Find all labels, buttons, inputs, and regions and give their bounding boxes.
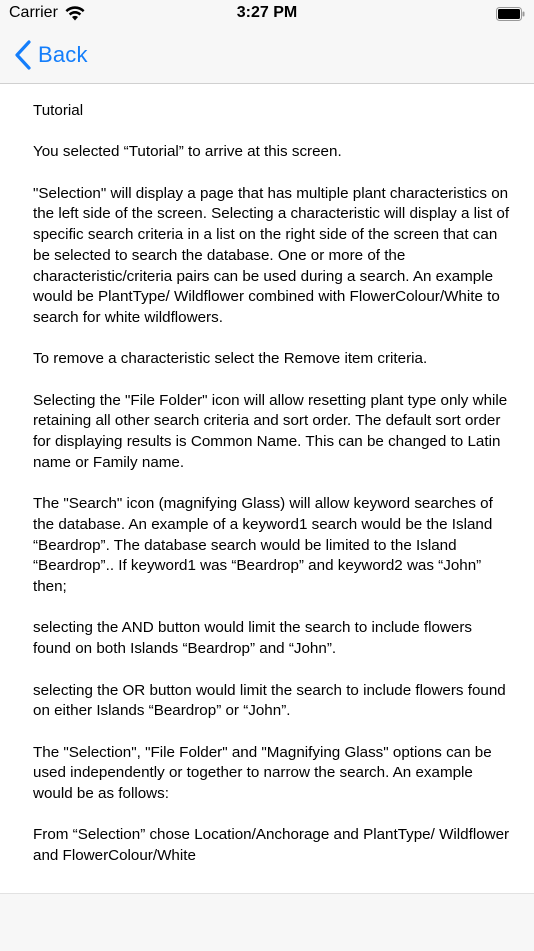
paragraph: The "Selection", "File Folder" and "Magn… — [33, 743, 492, 803]
back-button[interactable]: Back — [14, 39, 88, 71]
paragraph: From “Selection” chose Location/Anchorag… — [33, 826, 510, 865]
bottom-toolbar — [0, 893, 534, 951]
paragraph-title: Tutorial — [33, 102, 84, 119]
paragraph: selecting the AND button would limit the… — [33, 619, 472, 658]
paragraph: Selecting the "File Folder" icon will al… — [33, 391, 508, 471]
paragraph: "Selection" will display a page that has… — [33, 184, 510, 326]
navigation-bar: Back — [0, 28, 534, 84]
tutorial-text: Tutorial You selected “Tutorial” to arri… — [33, 101, 513, 893]
paragraph: You selected “Tutorial” to arrive at thi… — [33, 143, 342, 161]
status-bar: Carrier 3:27 PM — [0, 0, 534, 28]
back-label: Back — [38, 42, 88, 67]
status-time: 3:27 PM — [236, 4, 298, 21]
paragraph: To remove a characteristic select the Re… — [33, 350, 428, 368]
paragraph: selecting the OR button would limit the … — [33, 681, 506, 720]
paragraph: The "Search" icon (magnifying Glass) wil… — [33, 495, 493, 596]
battery-icon — [496, 7, 525, 21]
chevron-left-icon — [15, 40, 31, 70]
